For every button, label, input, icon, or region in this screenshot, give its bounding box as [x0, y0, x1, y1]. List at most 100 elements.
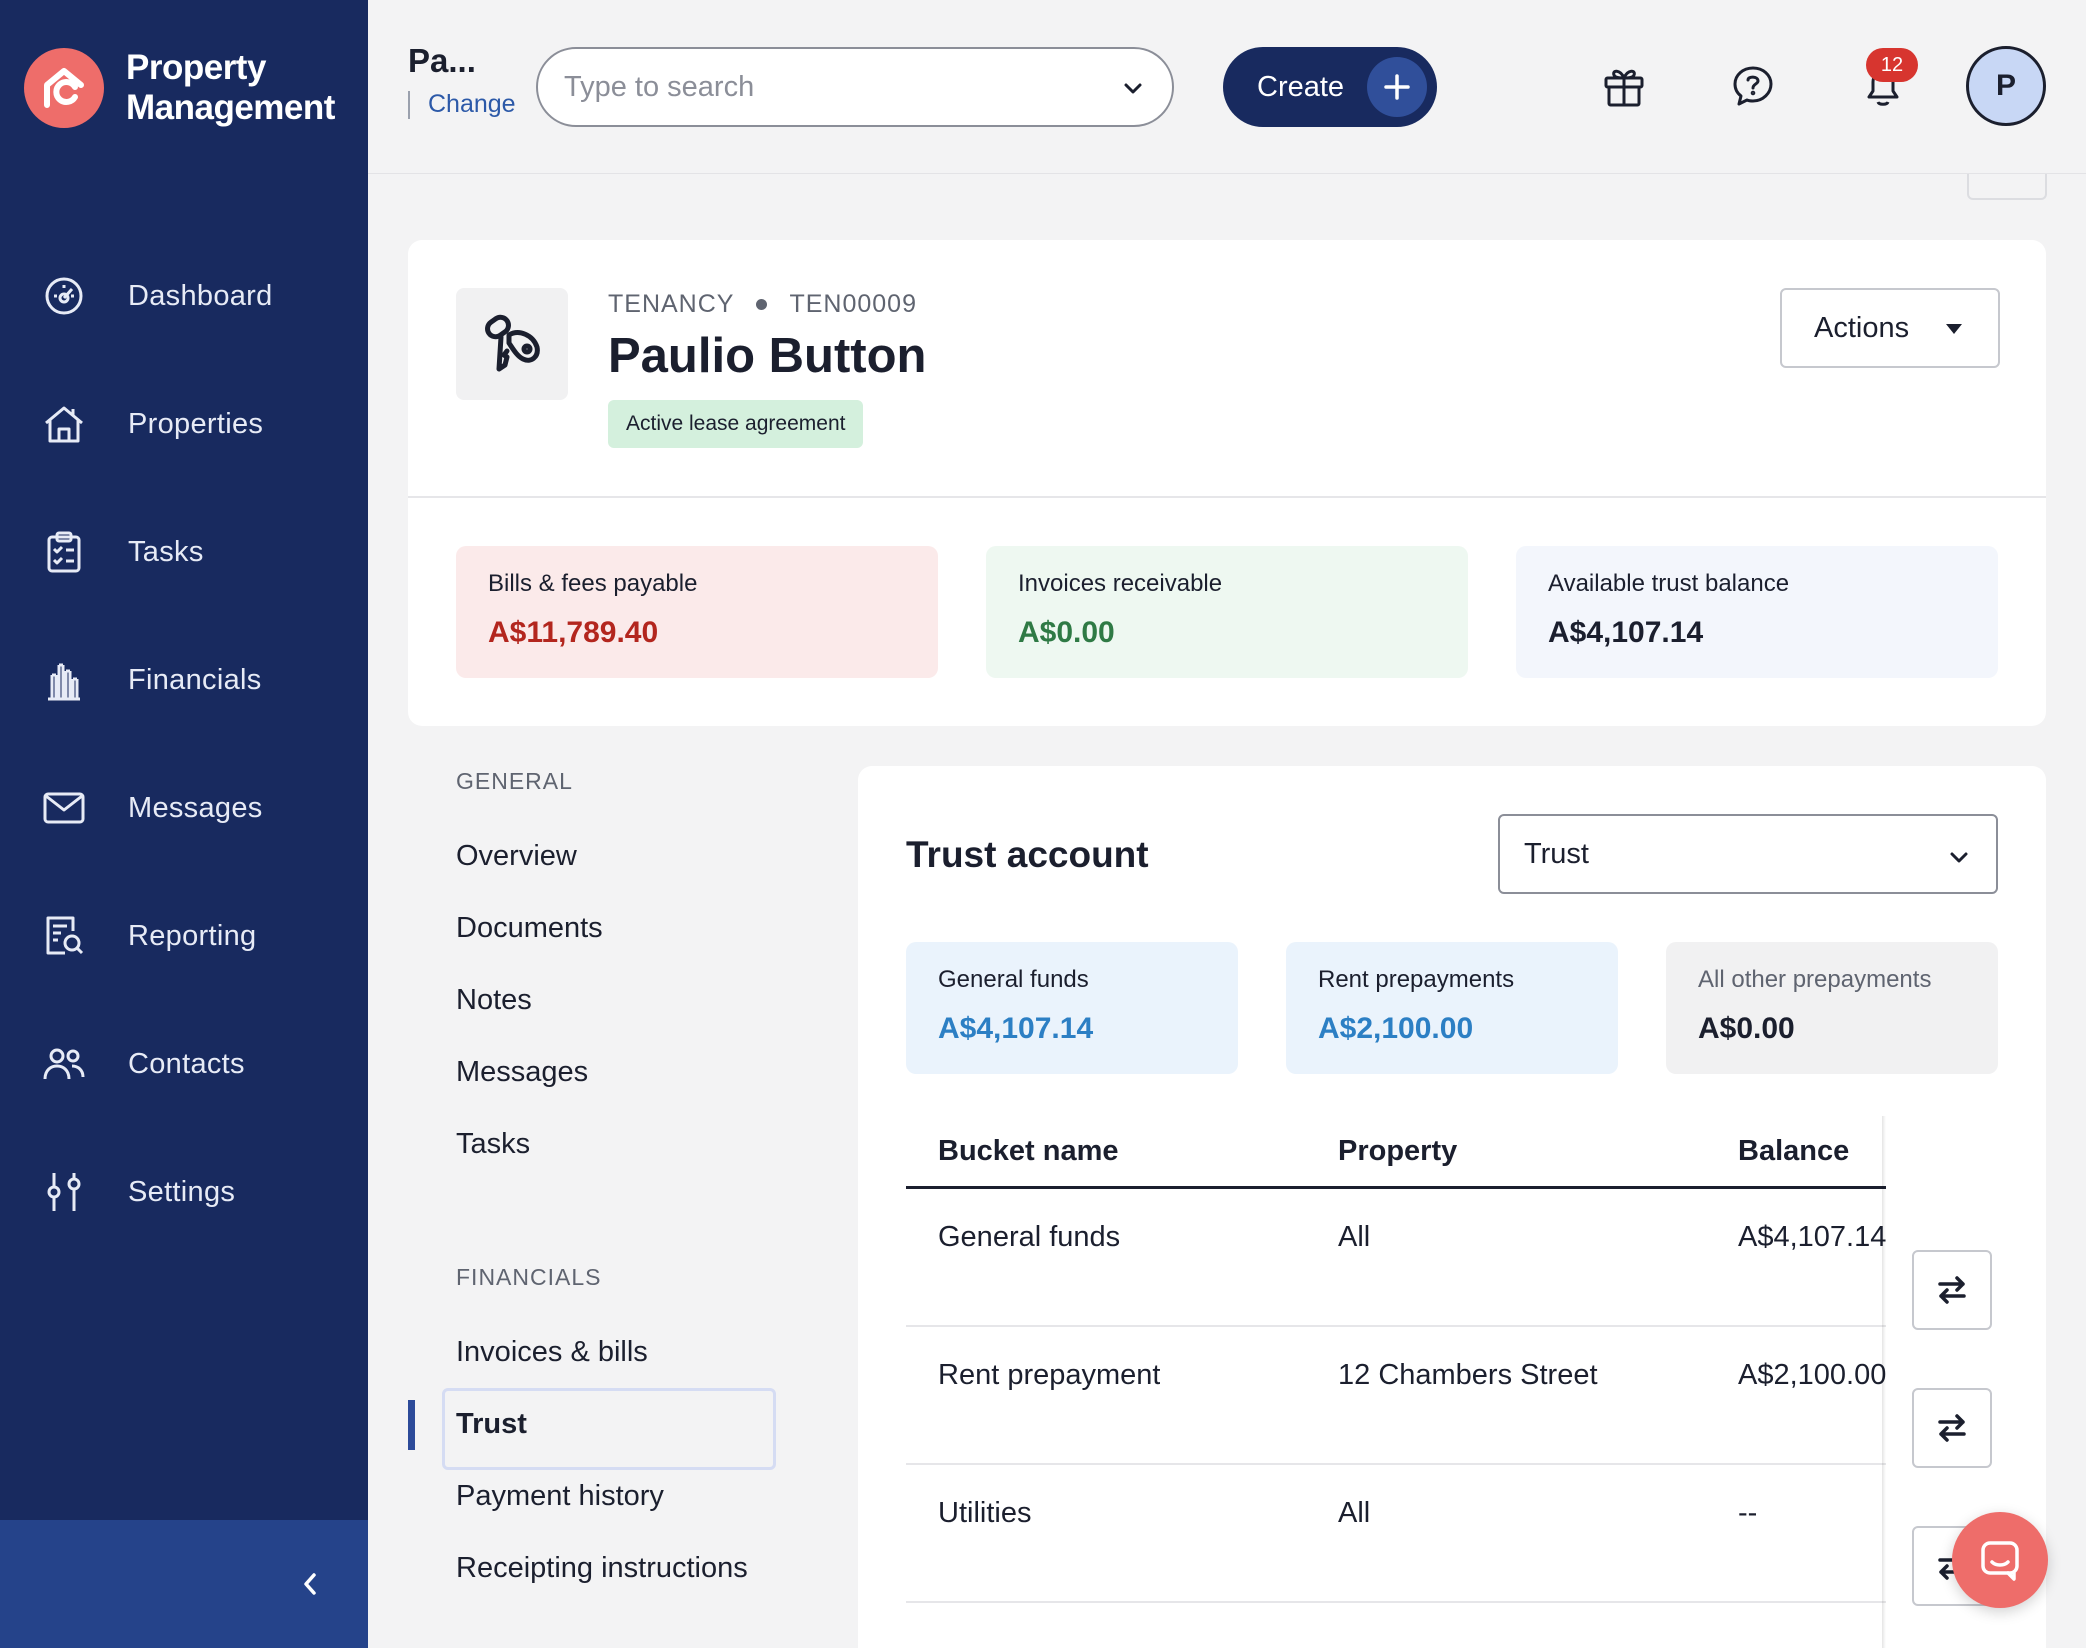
sliders-icon: [42, 1170, 86, 1214]
divider: [408, 496, 2046, 498]
create-button-label: Create: [1257, 70, 1345, 103]
account-select[interactable]: Trust: [1498, 814, 1998, 894]
available-trust-balance-card[interactable]: Available trust balance A$4,107.14: [1516, 546, 1998, 678]
subnav-item-overview[interactable]: Overview: [456, 840, 577, 873]
property-cell: 12 Chambers Street: [1338, 1359, 1598, 1391]
portfolio-switcher: Pa... Change: [408, 42, 516, 119]
chat-bubble-icon: [1978, 1538, 2022, 1582]
metric-label: Available trust balance: [1548, 570, 1790, 597]
transfer-arrows-icon: [1936, 1413, 1968, 1443]
sidebar-item-label: Settings: [128, 1175, 236, 1208]
bills-fees-payable-card[interactable]: Bills & fees payable A$11,789.40: [456, 546, 938, 678]
house-icon: [42, 402, 86, 446]
sidebar-item-label: Reporting: [128, 919, 257, 952]
collapse-sidebar-button[interactable]: [290, 1564, 330, 1604]
envelope-icon: [42, 786, 86, 830]
caret-down-icon: [1946, 324, 1962, 334]
sidebar-item-label: Messages: [128, 791, 263, 824]
sidebar-item-messages[interactable]: Messages: [0, 744, 368, 872]
report-search-icon: [42, 914, 86, 958]
bucket-name-cell: Rent prepayment: [938, 1359, 1161, 1391]
chevron-left-icon: [301, 1571, 319, 1597]
panel-tab-edge: [1967, 174, 2047, 200]
subnav-item-tasks[interactable]: Tasks: [456, 1128, 530, 1161]
table-row: Rent prepayment 12 Chambers Street A$2,1…: [906, 1327, 1998, 1465]
sidebar-item-reporting[interactable]: Reporting: [0, 872, 368, 1000]
metric-value: A$4,107.14: [1548, 616, 1704, 649]
subnav-item-payment-history[interactable]: Payment history: [456, 1480, 664, 1513]
dashboard-gauge-icon: [42, 274, 86, 318]
balance-cell: --: [1738, 1497, 1758, 1529]
subnav-item-receipting-instructions[interactable]: Receipting instructions: [456, 1552, 748, 1585]
trust-account-panel: Trust account Trust General funds A$4,10…: [858, 766, 2046, 1648]
sidebar-item-financials[interactable]: Financials: [0, 616, 368, 744]
metric-value: A$0.00: [1018, 616, 1115, 649]
portfolio-name: Pa...: [408, 42, 476, 79]
subnav-item-invoices-bills[interactable]: Invoices & bills: [456, 1336, 648, 1369]
balance-cell: A$4,107.14: [1738, 1221, 1887, 1253]
brand-logo-icon: [24, 48, 104, 128]
column-header-bucket-name[interactable]: Bucket name: [938, 1116, 1119, 1186]
gift-icon[interactable]: [1598, 60, 1650, 112]
avatar-initial: P: [1995, 69, 2016, 102]
metric-label: Bills & fees payable: [488, 570, 698, 597]
brand-name-line1: Property: [126, 48, 266, 87]
metric-value: A$11,789.40: [488, 616, 659, 649]
invoices-receivable-card[interactable]: Invoices receivable A$0.00: [986, 546, 1468, 678]
transfer-button[interactable]: [1912, 1250, 1992, 1330]
search-box[interactable]: [536, 47, 1174, 127]
tenancy-summary-card: TENANCY TEN00009 Paulio Button Active le…: [408, 240, 2046, 726]
general-funds-card: General funds A$4,107.14: [906, 942, 1238, 1074]
account-select-value: Trust: [1524, 837, 1589, 870]
sidebar-item-label: Tasks: [128, 535, 204, 568]
table-row: General funds All A$4,107.14: [906, 1189, 1998, 1327]
fund-value: A$4,107.14: [938, 1012, 1094, 1045]
change-portfolio-link[interactable]: Change: [428, 90, 516, 119]
column-header-property[interactable]: Property: [1338, 1116, 1457, 1186]
metric-label: Invoices receivable: [1018, 570, 1223, 597]
avatar[interactable]: P: [1966, 46, 2046, 126]
sidebar-footer: [0, 1520, 368, 1648]
tenancy-reference: TEN00009: [789, 290, 917, 318]
help-icon[interactable]: [1727, 60, 1779, 112]
separator-dot: [756, 299, 768, 310]
balance-cell: A$2,100.00: [1738, 1359, 1887, 1391]
create-button[interactable]: Create: [1223, 47, 1437, 127]
tenancy-meta: TENANCY TEN00009: [608, 290, 917, 319]
fund-value: A$2,100.00: [1318, 1012, 1474, 1045]
subnav-item-trust[interactable]: Trust: [456, 1408, 527, 1441]
actions-button-label: Actions: [1814, 311, 1910, 344]
rent-prepayments-card: Rent prepayments A$2,100.00: [1286, 942, 1618, 1074]
column-header-balance[interactable]: Balance: [1738, 1116, 1849, 1186]
chat-launcher-button[interactable]: [1952, 1512, 2048, 1608]
people-icon: [42, 1042, 86, 1086]
all-other-prepayments-card: All other prepayments A$0.00: [1666, 942, 1998, 1074]
bucket-name-cell: Utilities: [938, 1497, 1032, 1529]
sidebar: Property Management Dashboard Properties…: [0, 0, 368, 1648]
sidebar-item-settings[interactable]: Settings: [0, 1128, 368, 1256]
search-input[interactable]: [564, 70, 1084, 104]
tenancy-type-label: TENANCY: [608, 290, 735, 318]
fund-label: Rent prepayments: [1318, 966, 1515, 993]
active-indicator: [408, 1400, 415, 1450]
property-cell: All: [1338, 1497, 1371, 1529]
clipboard-checklist-icon: [42, 530, 86, 574]
transfer-button[interactable]: [1912, 1388, 1992, 1468]
brand[interactable]: Property Management: [24, 48, 335, 128]
top-header: Pa... Change Create 12 P: [368, 0, 2086, 174]
subnav-item-messages[interactable]: Messages: [456, 1056, 588, 1089]
divider: [408, 90, 410, 119]
subnav-heading-general: GENERAL: [456, 768, 573, 794]
sidebar-item-properties[interactable]: Properties: [0, 360, 368, 488]
sidebar-item-contacts[interactable]: Contacts: [0, 1000, 368, 1128]
actions-dropdown-button[interactable]: Actions: [1780, 288, 2000, 368]
sidebar-nav: Dashboard Properties Tasks Financials Me…: [0, 232, 368, 1256]
sidebar-item-label: Financials: [128, 663, 262, 696]
chevron-down-icon[interactable]: [1120, 75, 1146, 101]
subnav-item-documents[interactable]: Documents: [456, 912, 603, 945]
subnav-item-notes[interactable]: Notes: [456, 984, 532, 1017]
sidebar-item-label: Properties: [128, 407, 264, 440]
sidebar-item-dashboard[interactable]: Dashboard: [0, 232, 368, 360]
sidebar-item-tasks[interactable]: Tasks: [0, 488, 368, 616]
sidebar-item-label: Dashboard: [128, 279, 273, 312]
